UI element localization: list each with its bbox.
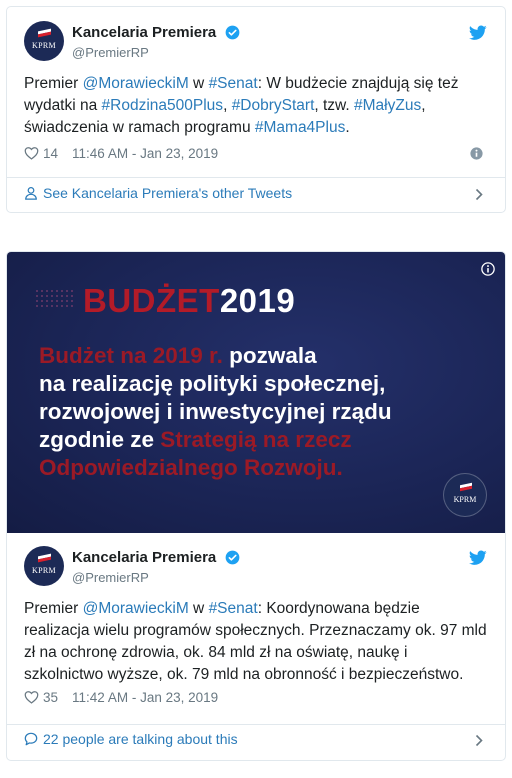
verified-badge-icon [225,25,240,40]
avatar-label: KPRM [32,566,56,575]
tweet-media-image[interactable]: BUDŻET2019 Budżet na 2019 r. pozwala na … [7,252,505,533]
media-line: pozwala [222,343,317,368]
tweet-meta: 35 11:42 AM - Jan 23, 2019 [24,690,487,708]
author-name[interactable]: Kancelaria Premiera [72,24,216,41]
verified-badge-icon [225,550,240,565]
like-count[interactable]: 35 [43,690,58,705]
mention-link[interactable]: @MorawieckiM [83,75,189,92]
tweet-timestamp[interactable]: 11:46 AM - Jan 23, 2019 [72,146,218,161]
tweet-timestamp[interactable]: 11:42 AM - Jan 23, 2019 [72,690,218,705]
hashtag-link[interactable]: #Rodzina500Plus [102,97,224,114]
footer-link-label[interactable]: See Kancelaria Premiera's other Tweets [43,185,292,201]
like-count[interactable]: 14 [43,146,58,161]
chevron-right-icon[interactable] [475,188,483,201]
tweet-header: KPRM Kancelaria Premiera @PremierRP [24,546,491,586]
tweet-card-2[interactable]: BUDŻET2019 Budżet na 2019 r. pozwala na … [6,251,506,761]
author-handle[interactable]: @PremierRP [72,570,240,585]
tweet-text: Premier @MorawieckiM w #Senat: Koordynow… [24,598,487,686]
text-segment: w [188,600,209,617]
media-line: Budżet na 2019 r. [39,343,223,368]
logo-label: KPRM [453,495,477,504]
divider [7,724,505,725]
twitter-bird-icon[interactable] [469,550,487,566]
media-body-text: Budżet na 2019 r. pozwala na realizację … [39,342,392,482]
speech-bubble-icon [24,732,38,746]
hashtag-link[interactable]: #Mama4Plus [255,119,345,136]
title-red: BUDŻET [83,282,220,319]
budget-title: BUDŻET2019 [83,282,295,320]
see-other-tweets-link[interactable]: See Kancelaria Premiera's other Tweets [24,185,487,205]
media-line: rozwojowej i inwestycyjnej rządu [39,399,392,424]
title-year: 2019 [219,282,296,319]
media-line: zgodnie ze [39,427,161,452]
hashtag-link[interactable]: #DobryStart [232,97,315,114]
text-segment: , [223,97,232,114]
footer-link-label[interactable]: 22 people are talking about this [43,731,238,747]
tweet-header: KPRM Kancelaria Premiera @PremierRP [24,21,491,61]
heart-icon[interactable] [24,690,39,704]
hashtag-link[interactable]: #Senat [209,600,258,617]
author-name[interactable]: Kancelaria Premiera [72,549,216,566]
avatar-label: KPRM [32,41,56,50]
mention-link[interactable]: @MorawieckiM [83,600,189,617]
tweet-text: Premier @MorawieckiM w #Senat: W budżeci… [24,73,487,139]
heart-icon[interactable] [24,146,39,160]
text-segment: , tzw. [314,97,355,114]
chevron-right-icon[interactable] [475,734,483,747]
hashtag-link[interactable]: #MałyZus [354,97,421,114]
dots-decoration [36,290,73,307]
tweet-card-1[interactable]: KPRM Kancelaria Premiera @PremierRP Prem… [6,6,506,213]
author-handle[interactable]: @PremierRP [72,45,240,60]
info-icon[interactable] [481,262,495,276]
text-segment: Premier [24,600,83,617]
text-segment: Premier [24,75,83,92]
divider [7,177,505,178]
media-line: Strategią na rzecz [160,427,352,452]
text-segment: . [345,119,350,136]
kprm-logo: KPRM [443,473,487,517]
avatar[interactable]: KPRM [24,21,64,61]
person-icon [25,186,37,200]
hashtag-link[interactable]: #Senat [209,75,258,92]
text-segment: w [188,75,209,92]
media-line: na realizację polityki społecznej, [39,371,386,396]
avatar[interactable]: KPRM [24,546,64,586]
twitter-bird-icon[interactable] [469,25,487,41]
media-line: Odpowiedzialnego Rozwoju. [39,455,343,480]
info-icon[interactable] [470,147,483,160]
conversation-link[interactable]: 22 people are talking about this [24,731,487,751]
tweet-meta: 14 11:46 AM - Jan 23, 2019 [24,146,487,164]
